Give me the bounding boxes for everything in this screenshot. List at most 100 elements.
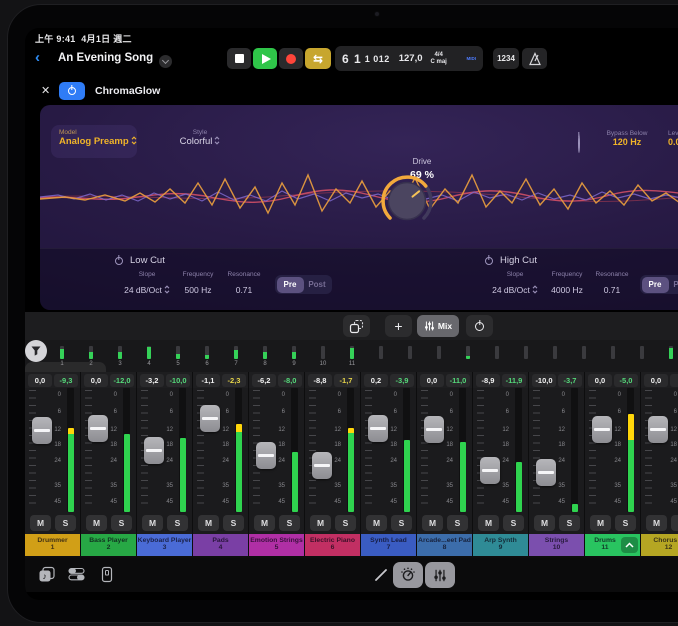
fader-handle[interactable] xyxy=(648,416,668,443)
high-cut-power-icon[interactable] xyxy=(485,257,493,265)
track-label[interactable]: Keyboard Player3 xyxy=(137,534,192,556)
track-label[interactable]: Arp Synth9 xyxy=(473,534,528,556)
solo-button[interactable]: S xyxy=(167,515,188,531)
solo-button[interactable]: S xyxy=(503,515,524,531)
solo-button[interactable]: S xyxy=(279,515,300,531)
fader-handle[interactable] xyxy=(32,417,52,444)
track-label[interactable]: Arcade...eet Pad8 xyxy=(417,534,472,556)
duplicate-button[interactable] xyxy=(343,315,370,337)
fader-handle[interactable] xyxy=(88,415,108,442)
solo-button[interactable]: S xyxy=(223,515,244,531)
db-scale-label: 12 xyxy=(325,427,341,433)
mute-button[interactable]: M xyxy=(590,515,611,531)
mixer-view-button[interactable] xyxy=(425,562,455,588)
channel-volume-value[interactable]: -6,2 xyxy=(252,374,276,387)
mute-button[interactable]: M xyxy=(142,515,163,531)
controls-view-button[interactable] xyxy=(393,562,423,588)
fader-handle[interactable] xyxy=(200,405,220,432)
mute-button[interactable]: M xyxy=(198,515,219,531)
channel-volume-value[interactable]: -1,1 xyxy=(196,374,220,387)
channel-volume-value[interactable]: 0,2 xyxy=(364,374,388,387)
solo-button[interactable]: S xyxy=(671,515,678,531)
fader-handle[interactable] xyxy=(368,415,388,442)
track-label[interactable]: Drums11 xyxy=(585,534,640,556)
lcd-display[interactable]: 6 1 1 012 127,0 4/4C maj MIDI xyxy=(335,46,483,71)
solo-button[interactable]: S xyxy=(111,515,132,531)
track-label[interactable]: Pads4 xyxy=(193,534,248,556)
plugin-power-button[interactable] xyxy=(59,82,85,100)
pre-button[interactable]: Pre xyxy=(277,277,304,293)
fader-handle[interactable] xyxy=(312,452,332,479)
solo-button[interactable]: S xyxy=(615,515,636,531)
fader-handle[interactable] xyxy=(592,416,612,443)
low-cut-power-icon[interactable] xyxy=(115,257,123,265)
post-button[interactable]: Post xyxy=(669,277,678,293)
track-label[interactable]: Bass Player2 xyxy=(81,534,136,556)
track-label[interactable]: Electric Piano6 xyxy=(305,534,360,556)
low-cut-resonance[interactable]: Resonance 0.71 xyxy=(222,271,266,298)
add-track-button[interactable]: + xyxy=(385,315,412,337)
solo-button[interactable]: S xyxy=(559,515,580,531)
channel-volume-value[interactable]: -10,0 xyxy=(532,374,556,387)
channel-volume-value[interactable]: 0,0 xyxy=(84,374,108,387)
channel-volume-value[interactable]: -8,8 xyxy=(308,374,332,387)
channel-volume-value[interactable]: 0,0 xyxy=(588,374,612,387)
mute-button[interactable]: M xyxy=(254,515,275,531)
record-button[interactable] xyxy=(279,48,303,69)
loop-browser-icon[interactable]: ♪ xyxy=(38,566,56,583)
stop-button[interactable] xyxy=(227,48,251,69)
track-label[interactable]: Chorus V12 xyxy=(641,534,678,556)
mix-button[interactable]: Mix xyxy=(417,315,459,337)
track-label[interactable]: Drummer1 xyxy=(25,534,80,556)
channel-volume-value[interactable]: 0,0 xyxy=(644,374,668,387)
mute-button[interactable]: M xyxy=(646,515,667,531)
mixer-power-button[interactable] xyxy=(466,315,493,337)
solo-button[interactable]: S xyxy=(335,515,356,531)
pencil-icon[interactable] xyxy=(374,567,389,582)
mute-button[interactable]: M xyxy=(366,515,387,531)
song-title[interactable]: An Evening Song xyxy=(58,52,172,68)
post-button[interactable]: Post xyxy=(304,277,331,293)
mute-button[interactable]: M xyxy=(534,515,555,531)
mute-button[interactable]: M xyxy=(86,515,107,531)
solo-button[interactable]: S xyxy=(55,515,76,531)
track-number: 7 xyxy=(361,544,416,551)
metronome-button[interactable] xyxy=(522,48,547,69)
mute-button[interactable]: M xyxy=(30,515,51,531)
channel-volume-value[interactable]: -8,9 xyxy=(476,374,500,387)
fader-handle[interactable] xyxy=(536,459,556,486)
fader-handle[interactable] xyxy=(480,457,500,484)
pre-button[interactable]: Pre xyxy=(642,277,669,293)
tracks-icon[interactable] xyxy=(68,566,85,582)
db-scale-label: 35 xyxy=(605,483,621,489)
count-in-button[interactable]: 1234 xyxy=(493,48,519,69)
mute-button[interactable]: M xyxy=(422,515,443,531)
track-label[interactable]: Strings10 xyxy=(529,534,584,556)
cycle-button[interactable]: ⇆ xyxy=(305,48,331,69)
solo-button[interactable]: S xyxy=(391,515,412,531)
low-cut-frequency[interactable]: Frequency 500 Hz xyxy=(174,271,222,298)
channel-volume-value[interactable]: 0,0 xyxy=(420,374,444,387)
close-plugin-button[interactable]: ✕ xyxy=(41,84,50,97)
low-cut-slope[interactable]: Slope 24 dB/Oct xyxy=(120,271,174,298)
fader-handle[interactable] xyxy=(256,442,276,469)
mute-button[interactable]: M xyxy=(310,515,331,531)
track-label[interactable]: Synth Lead7 xyxy=(361,534,416,556)
play-surface-icon[interactable] xyxy=(100,566,114,583)
high-cut-slope[interactable]: Slope 24 dB/Oct xyxy=(488,271,542,298)
channel-volume-value[interactable]: 0,0 xyxy=(28,374,52,387)
play-button[interactable] xyxy=(253,48,277,69)
duplicate-icon xyxy=(349,319,364,334)
fader-handle[interactable] xyxy=(144,437,164,464)
collapse-strip-button[interactable] xyxy=(621,537,638,553)
high-cut-frequency[interactable]: Frequency 4000 Hz xyxy=(542,271,592,298)
solo-button[interactable]: S xyxy=(447,515,468,531)
mute-button[interactable]: M xyxy=(478,515,499,531)
drive-knob[interactable] xyxy=(379,173,435,229)
filter-button[interactable] xyxy=(25,340,47,362)
back-button[interactable]: ‹ xyxy=(35,48,40,68)
track-label[interactable]: Emotion Strings5 xyxy=(249,534,304,556)
fader-handle[interactable] xyxy=(424,416,444,443)
high-cut-resonance[interactable]: Resonance 0.71 xyxy=(590,271,634,298)
channel-volume-value[interactable]: -3,2 xyxy=(140,374,164,387)
